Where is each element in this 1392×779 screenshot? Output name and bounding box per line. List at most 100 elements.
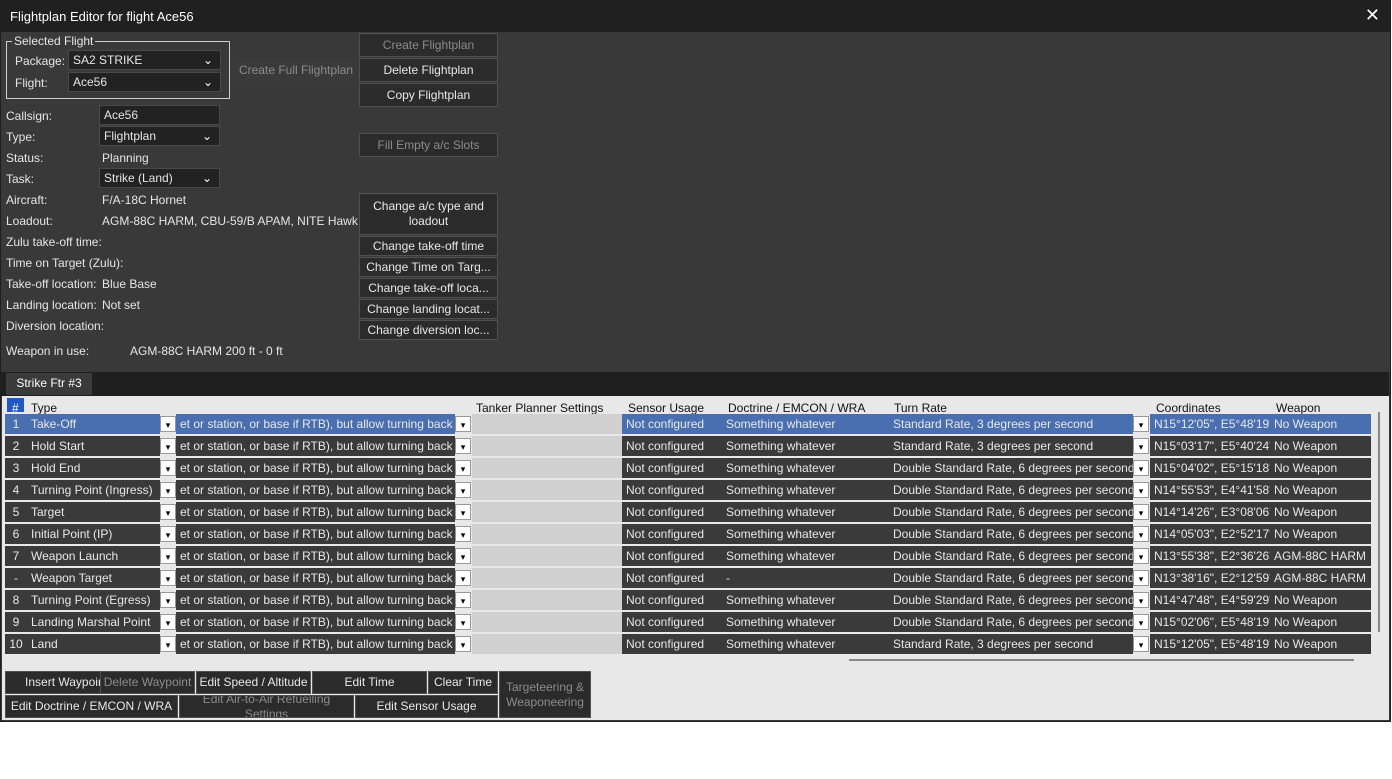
cell-doctrine[interactable]: Something whatever	[722, 546, 889, 566]
clear-time-button[interactable]: Clear Time	[428, 671, 498, 694]
cell-weapon[interactable]: No Weapon	[1270, 480, 1371, 500]
edit-refuelling-button[interactable]: Edit Air-to-Air Refuelling Settings	[179, 695, 354, 718]
cell-type[interactable]: Hold Start	[27, 436, 160, 456]
dropdown-arrow-icon[interactable]: ▾	[455, 636, 471, 652]
dropdown-arrow-icon[interactable]: ▾	[1133, 482, 1149, 498]
table-row[interactable]: 2 Hold Start et or station, or base if RTB…	[5, 436, 1371, 456]
dropdown-arrow-icon[interactable]: ▾	[455, 614, 471, 630]
cell-weapon[interactable]: AGM-88C HARM	[1270, 568, 1371, 588]
cell-turn[interactable]: Double Standard Rate, 6 degrees per seco…	[889, 502, 1133, 522]
cell-sensor[interactable]: Not configured	[622, 568, 722, 588]
table-row[interactable]: 5 Target et or station, or base if RTB), b…	[5, 502, 1371, 522]
header-sensor[interactable]: Sensor Usage	[628, 401, 704, 415]
change-takeoff-location-button[interactable]: Change take-off loca...	[359, 278, 498, 298]
cell-coords[interactable]: N15°02'06", E5°48'19"	[1150, 612, 1270, 632]
dropdown-arrow-icon[interactable]: ▾	[160, 614, 176, 630]
targeteering-weaponeering-button[interactable]: Targeteering & Weaponeering	[499, 671, 591, 718]
table-row[interactable]: 8 Turning Point (Egress) et or station, or…	[5, 590, 1371, 610]
cell-sensor[interactable]: Not configured	[622, 436, 722, 456]
cell-sensor[interactable]: Not configured	[622, 634, 722, 654]
cell-num[interactable]: 8	[5, 590, 27, 610]
table-row[interactable]: 9 Landing Marshal Point et or station, or …	[5, 612, 1371, 632]
table-row[interactable]: 6 Initial Point (IP) et or station, or bas…	[5, 524, 1371, 544]
dropdown-arrow-icon[interactable]: ▾	[160, 548, 176, 564]
cell-num[interactable]: -	[5, 568, 27, 588]
header-turn-rate[interactable]: Turn Rate	[894, 401, 947, 415]
cell-turn[interactable]: Double Standard Rate, 6 degrees per seco…	[889, 458, 1133, 478]
cell-behavior[interactable]: et or station, or base if RTB), but allo…	[176, 436, 455, 456]
dropdown-arrow-icon[interactable]: ▾	[1133, 636, 1149, 652]
cell-behavior[interactable]: et or station, or base if RTB), but allo…	[176, 414, 455, 434]
cell-turn[interactable]: Double Standard Rate, 6 degrees per seco…	[889, 590, 1133, 610]
cell-sensor[interactable]: Not configured	[622, 590, 722, 610]
cell-doctrine[interactable]: Something whatever	[722, 590, 889, 610]
dropdown-arrow-icon[interactable]: ▾	[1133, 526, 1149, 542]
cell-doctrine[interactable]: Something whatever	[722, 436, 889, 456]
tab-strike-ftr-3[interactable]: Strike Ftr #3	[6, 373, 92, 395]
header-weapon[interactable]: Weapon	[1276, 401, 1320, 415]
cell-num[interactable]: 7	[5, 546, 27, 566]
flight-select[interactable]: Ace56 ⌄	[68, 72, 221, 92]
horizontal-scrollbar[interactable]	[849, 659, 1354, 661]
dropdown-arrow-icon[interactable]: ▾	[1133, 460, 1149, 476]
cell-weapon[interactable]: No Weapon	[1270, 612, 1371, 632]
cell-coords[interactable]: N13°55'38", E2°36'26"	[1150, 546, 1270, 566]
cell-num[interactable]: 3	[5, 458, 27, 478]
cell-tanker[interactable]	[472, 634, 622, 654]
cell-num[interactable]: 6	[5, 524, 27, 544]
cell-num[interactable]: 2	[5, 436, 27, 456]
dropdown-arrow-icon[interactable]: ▾	[160, 592, 176, 608]
cell-tanker[interactable]	[472, 590, 622, 610]
dropdown-arrow-icon[interactable]: ▾	[1133, 592, 1149, 608]
cell-behavior[interactable]: et or station, or base if RTB), but allo…	[176, 568, 455, 588]
table-row[interactable]: 7 Weapon Launch et or station, or base if …	[5, 546, 1371, 566]
cell-turn[interactable]: Standard Rate, 3 degrees per second	[889, 436, 1133, 456]
cell-type[interactable]: Landing Marshal Point	[27, 612, 160, 632]
cell-weapon[interactable]: No Weapon	[1270, 458, 1371, 478]
cell-tanker[interactable]	[472, 436, 622, 456]
cell-coords[interactable]: N15°12'05", E5°48'19"	[1150, 414, 1270, 434]
table-row[interactable]: - Weapon Target et or station, or base if …	[5, 568, 1371, 588]
cell-tanker[interactable]	[472, 414, 622, 434]
cell-type[interactable]: Hold End	[27, 458, 160, 478]
header-doctrine[interactable]: Doctrine / EMCON / WRA	[728, 401, 865, 415]
cell-behavior[interactable]: et or station, or base if RTB), but allo…	[176, 458, 455, 478]
cell-doctrine[interactable]: Something whatever	[722, 634, 889, 654]
cell-behavior[interactable]: et or station, or base if RTB), but allo…	[176, 480, 455, 500]
cell-turn[interactable]: Standard Rate, 3 degrees per second	[889, 414, 1133, 434]
header-type[interactable]: Type	[31, 401, 57, 415]
cell-behavior[interactable]: et or station, or base if RTB), but allo…	[176, 590, 455, 610]
dropdown-arrow-icon[interactable]: ▾	[1133, 614, 1149, 630]
cell-coords[interactable]: N14°05'03", E2°52'17"	[1150, 524, 1270, 544]
cell-sensor[interactable]: Not configured	[622, 480, 722, 500]
edit-sensor-usage-button[interactable]: Edit Sensor Usage	[355, 695, 498, 718]
cell-doctrine[interactable]: Something whatever	[722, 612, 889, 632]
cell-doctrine[interactable]: -	[722, 568, 889, 588]
table-row[interactable]: 10 Land et or station, or base if RTB), bu…	[5, 634, 1371, 654]
dropdown-arrow-icon[interactable]: ▾	[455, 548, 471, 564]
cell-sensor[interactable]: Not configured	[622, 612, 722, 632]
cell-sensor[interactable]: Not configured	[622, 414, 722, 434]
cell-weapon[interactable]: No Weapon	[1270, 634, 1371, 654]
cell-tanker[interactable]	[472, 612, 622, 632]
cell-weapon[interactable]: No Weapon	[1270, 436, 1371, 456]
package-select[interactable]: SA2 STRIKE ⌄	[68, 50, 221, 70]
task-select[interactable]: Strike (Land) ⌄	[99, 168, 220, 188]
cell-turn[interactable]: Standard Rate, 3 degrees per second	[889, 634, 1133, 654]
cell-turn[interactable]: Double Standard Rate, 6 degrees per seco…	[889, 524, 1133, 544]
cell-sensor[interactable]: Not configured	[622, 458, 722, 478]
cell-type[interactable]: Turning Point (Ingress)	[27, 480, 160, 500]
dropdown-arrow-icon[interactable]: ▾	[1133, 438, 1149, 454]
dropdown-arrow-icon[interactable]: ▾	[455, 504, 471, 520]
cell-tanker[interactable]	[472, 480, 622, 500]
edit-time-button[interactable]: Edit Time	[312, 671, 427, 694]
create-flightplan-button[interactable]: Create Flightplan	[359, 33, 498, 57]
dropdown-arrow-icon[interactable]: ▾	[160, 636, 176, 652]
dropdown-arrow-icon[interactable]: ▾	[1133, 548, 1149, 564]
change-diversion-location-button[interactable]: Change diversion loc...	[359, 320, 498, 340]
dropdown-arrow-icon[interactable]: ▾	[160, 504, 176, 520]
cell-doctrine[interactable]: Something whatever	[722, 480, 889, 500]
cell-doctrine[interactable]: Something whatever	[722, 502, 889, 522]
edit-doctrine-button[interactable]: Edit Doctrine / EMCON / WRA	[5, 695, 178, 718]
copy-flightplan-button[interactable]: Copy Flightplan	[359, 83, 498, 107]
